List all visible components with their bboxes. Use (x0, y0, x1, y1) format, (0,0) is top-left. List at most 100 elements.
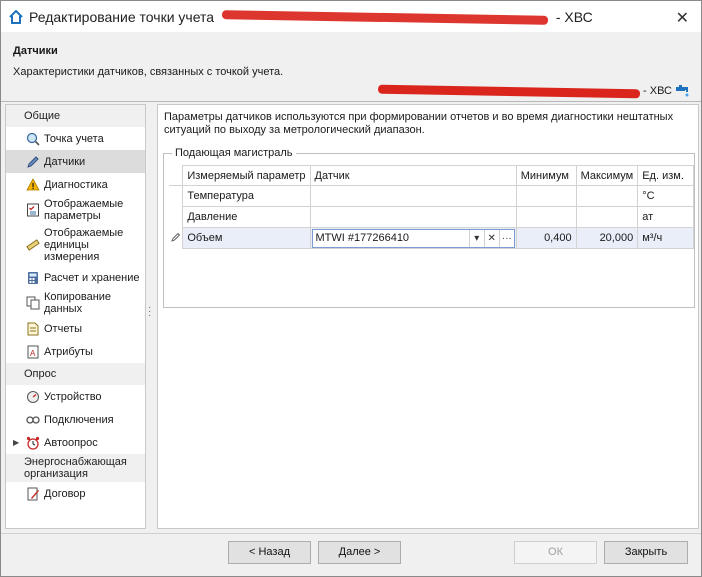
nav-item-calculation-storage[interactable]: Расчет и хранение (6, 266, 145, 289)
nav-item-reports[interactable]: Отчеты (6, 317, 145, 340)
cell-parameter[interactable]: Температура (182, 185, 311, 207)
alarm-clock-icon (26, 436, 40, 450)
cell-parameter[interactable]: Объем (182, 227, 311, 249)
table-row-pressure[interactable]: Давление ат (169, 206, 694, 228)
nav-item-diagnostics[interactable]: Диагностика (6, 173, 145, 196)
nav-group-polling: Опрос (6, 363, 145, 385)
nav-item-auto-polling[interactable]: ▶ Автоопрос (6, 431, 145, 454)
cell-unit[interactable]: °С (637, 185, 694, 207)
cell-parameter[interactable]: Давление (182, 206, 311, 228)
gauge-icon (26, 390, 40, 404)
back-button[interactable]: < Назад (228, 541, 311, 564)
cell-unit[interactable]: ат (637, 206, 694, 228)
cell-min[interactable]: 0,400 (515, 227, 577, 249)
water-tap-icon (676, 85, 689, 97)
close-icon[interactable]: ✕ (676, 8, 689, 28)
nav-group-general: Общие (6, 105, 145, 127)
nav-item-copy-data[interactable]: Копирование данных (6, 289, 145, 317)
sensors-table: Измеряемый параметр Датчик Минимум Макси… (169, 165, 694, 249)
nav-group-energy-supplier: Энергоснабжающая организация (6, 454, 145, 482)
page-title: Датчики (13, 45, 58, 57)
sensor-combobox[interactable]: MTWI #177266410 ▾ ✕ ··· (311, 228, 515, 248)
header-divider (1, 101, 701, 102)
ruler-icon (26, 238, 40, 252)
sensor-combobox-value[interactable]: MTWI #177266410 (313, 232, 469, 244)
redaction-mark (221, 10, 549, 26)
pencil-icon (26, 155, 40, 169)
connection-icon (26, 413, 40, 427)
wizard-header: Датчики Характеристики датчиков, связанн… (1, 32, 701, 101)
home-icon (9, 9, 23, 24)
metering-point-suffix: - ХВС (643, 85, 672, 97)
cell-max[interactable] (575, 185, 639, 207)
window-title-prefix: Редактирование точки учета (29, 8, 215, 25)
table-header-row: Измеряемый параметр Датчик Минимум Макси… (169, 165, 694, 186)
calculator-icon (26, 271, 40, 285)
sensors-content-panel: Параметры датчиков используются при форм… (157, 104, 699, 529)
document-icon (26, 322, 40, 336)
cell-sensor[interactable] (309, 206, 517, 228)
nav-item-sensors[interactable]: Датчики (6, 150, 145, 173)
cell-min[interactable] (515, 185, 577, 207)
expand-arrow-icon[interactable]: ▶ (13, 438, 19, 447)
panel-splitter-handle[interactable]: · · · (148, 303, 152, 321)
contract-icon (26, 487, 40, 501)
edit-metering-point-dialog: Редактирование точки учета - ХВС ✕ Датчи… (0, 0, 702, 577)
nav-item-display-units[interactable]: Отображаемые единицы измерения (6, 224, 145, 266)
nav-item-label: Атрибуты (44, 345, 93, 358)
checklist-icon (26, 203, 40, 217)
nav-item-label: Устройство (44, 390, 102, 403)
redaction-mark (377, 84, 641, 98)
nav-item-contract[interactable]: Договор (6, 482, 145, 505)
nav-item-label: Подключения (44, 413, 114, 426)
window-title-suffix: - ХВС (555, 8, 593, 25)
column-header-sensor[interactable]: Датчик (309, 165, 517, 186)
nav-item-label: Точка учета (44, 132, 104, 145)
metering-point-info: - ХВС (377, 84, 691, 98)
nav-item-label: Отчеты (44, 322, 83, 335)
table-row-temperature[interactable]: Температура °С (169, 185, 694, 207)
window-title: Редактирование точки учета - ХВС (29, 8, 593, 26)
navigation-panel: Общие Точка учета Датчики Диагностика От… (5, 104, 146, 529)
clear-icon[interactable]: ✕ (483, 229, 499, 247)
nav-item-label: Договор (44, 487, 86, 500)
svg-text:A: A (30, 349, 36, 358)
row-indicator (169, 185, 184, 207)
cell-unit[interactable]: м³/ч (637, 227, 694, 249)
column-header-parameter[interactable]: Измеряемый параметр (182, 165, 311, 186)
copy-icon (26, 296, 40, 310)
nav-item-device[interactable]: Устройство (6, 385, 145, 408)
cell-max[interactable]: 20,000 (575, 227, 639, 249)
cell-sensor[interactable] (309, 185, 517, 207)
cell-max[interactable] (575, 206, 639, 228)
nav-item-label: Датчики (44, 155, 86, 168)
row-indicator (169, 206, 184, 228)
nav-item-displayed-parameters[interactable]: Отображаемые параметры (6, 196, 145, 224)
footer-divider (1, 533, 701, 534)
table-row-volume[interactable]: Объем MTWI #177266410 ▾ ✕ ··· 0,400 20,0… (169, 227, 694, 249)
column-header-min[interactable]: Минимум (515, 165, 577, 186)
nav-item-label: Диагностика (44, 178, 108, 191)
page-subtitle: Характеристики датчиков, связанных с точ… (13, 66, 284, 78)
close-button[interactable]: Закрыть (604, 541, 688, 564)
ok-button[interactable]: ОК (514, 541, 597, 564)
column-header-max[interactable]: Максимум (575, 165, 639, 186)
cell-sensor[interactable]: MTWI #177266410 ▾ ✕ ··· (309, 227, 517, 249)
row-indicator-header (169, 165, 184, 186)
warning-icon (26, 177, 40, 192)
nav-item-attributes[interactable]: A Атрибуты (6, 340, 145, 363)
nav-item-label: Копирование данных (44, 291, 112, 315)
nav-item-metering-point[interactable]: Точка учета (6, 127, 145, 150)
nav-item-label: Расчет и хранение (44, 271, 140, 284)
nav-item-label: Отображаемые единицы измерения (44, 227, 124, 263)
supply-line-group: Подающая магистраль Измеряемый параметр … (163, 147, 695, 308)
magnifier-icon (26, 132, 40, 146)
column-header-unit[interactable]: Ед. изм. (637, 165, 694, 186)
nav-item-label: Автоопрос (44, 436, 98, 449)
ellipsis-icon[interactable]: ··· (498, 229, 514, 247)
nav-item-connections[interactable]: Подключения (6, 408, 145, 431)
sensors-description: Параметры датчиков используются при форм… (164, 111, 674, 136)
chevron-down-icon[interactable]: ▾ (468, 229, 484, 247)
next-button[interactable]: Далее > (318, 541, 401, 564)
cell-min[interactable] (515, 206, 577, 228)
